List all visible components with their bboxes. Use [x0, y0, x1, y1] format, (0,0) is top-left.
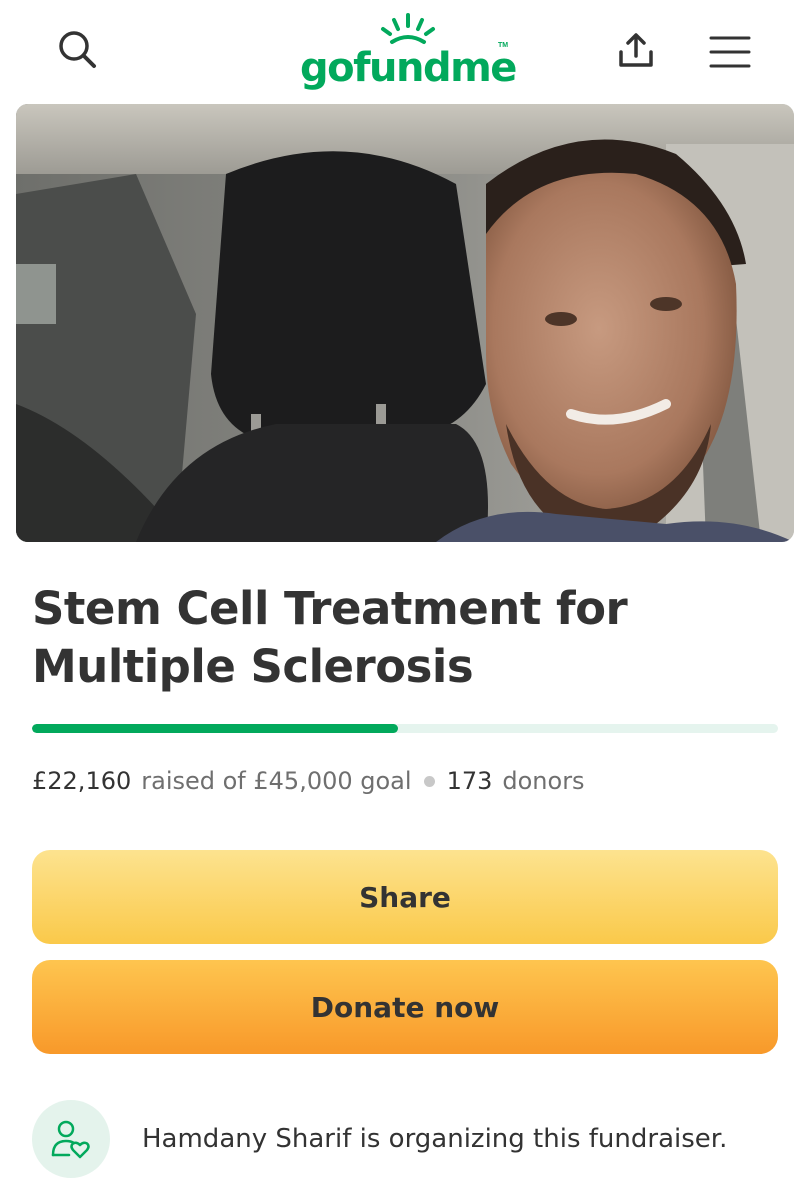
search-icon — [59, 31, 96, 68]
campaign-title: Stem Cell Treatment for Multiple Scleros… — [32, 582, 628, 693]
separator-dot — [423, 775, 435, 787]
hero-photo — [16, 104, 794, 542]
share-upload-icon — [619, 33, 653, 67]
campaign-hero-image — [16, 104, 794, 542]
progress-bar — [32, 724, 778, 733]
progress-bar-fill — [32, 724, 398, 733]
donors-count: 173 — [446, 767, 493, 795]
donate-now-button[interactable]: Donate now — [32, 960, 778, 1054]
amount-raised: £22,160 — [32, 767, 132, 795]
search-button[interactable] — [50, 22, 106, 78]
logo-wordmark: gofundme — [300, 45, 517, 91]
hamburger-menu-icon — [709, 36, 751, 68]
gofundme-logo[interactable]: gofundme TM — [296, 12, 517, 91]
donors-label: donors — [502, 767, 585, 795]
logo-sun-icon — [381, 13, 435, 44]
logo-trademark: TM — [498, 42, 509, 49]
top-header: gofundme TM — [0, 0, 808, 100]
organizer-row[interactable]: Hamdany Sharif is organizing this fundra… — [32, 1100, 792, 1180]
organizer-heart-icon — [51, 1120, 90, 1159]
share-icon-button[interactable] — [608, 22, 664, 78]
organizer-text: Hamdany Sharif is organizing this fundra… — [142, 1124, 728, 1154]
raised-of-goal-label: raised of £45,000 goal — [141, 767, 412, 795]
share-button[interactable]: Share — [32, 850, 778, 944]
organizer-avatar — [32, 1100, 110, 1178]
menu-button[interactable] — [702, 22, 758, 78]
funding-stats: £22,160 raised of £45,000 goal 173 donor… — [32, 764, 585, 798]
